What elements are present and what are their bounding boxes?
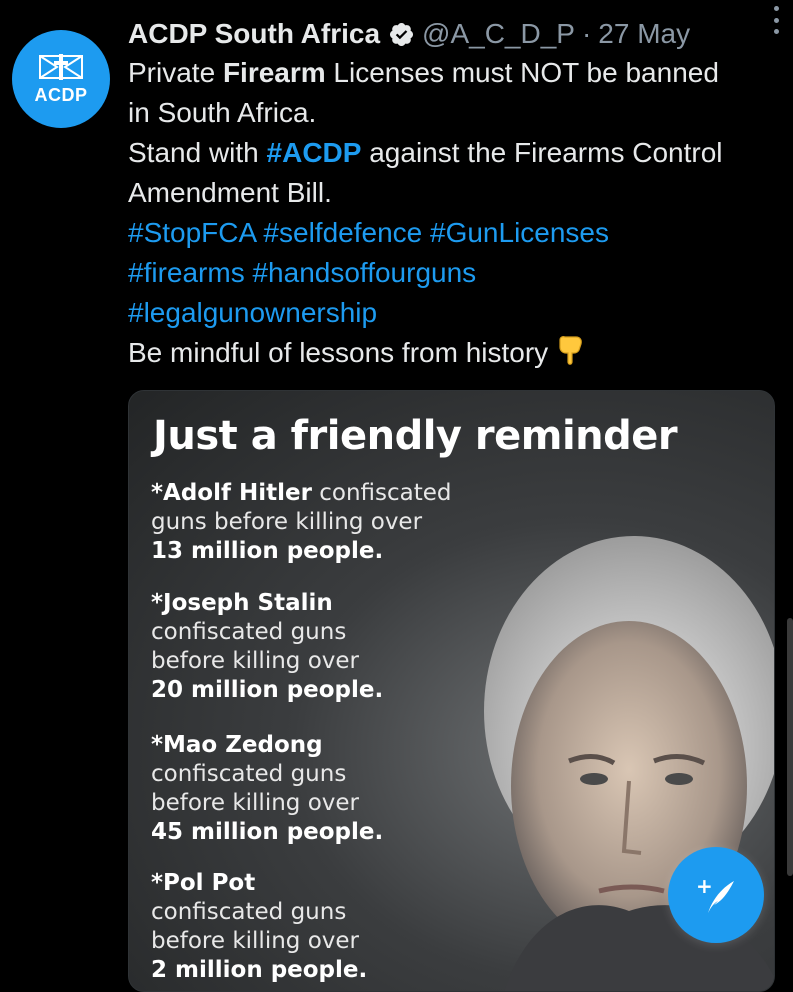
tweet-header: ACDP South Africa @A_C_D_P · 27 May xyxy=(128,14,783,54)
hashtag-link[interactable]: #selfdefence xyxy=(263,217,422,248)
tweet-line-8: Be mindful of lessons from history xyxy=(128,333,788,373)
tweet-line-6: #firearms #handsoffourguns xyxy=(128,253,788,293)
acdp-logo-icon xyxy=(39,54,83,80)
separator-dot: · xyxy=(581,18,592,49)
avatar-text: ACDP xyxy=(34,85,88,105)
compose-tweet-icon: + xyxy=(696,874,734,913)
hashtag-link[interactable]: #GunLicenses xyxy=(430,217,609,248)
tweet-line-3: Stand with #ACDP against the Firearms Co… xyxy=(128,137,723,168)
compose-tweet-button[interactable]: + xyxy=(668,847,764,943)
more-options-icon[interactable] xyxy=(773,6,779,34)
hashtag-link[interactable]: #firearms xyxy=(128,257,245,288)
verified-badge-icon xyxy=(390,22,414,46)
hashtag-link[interactable]: #StopFCA xyxy=(128,217,256,248)
fact-block: *Pol Pot confiscated guns before killing… xyxy=(151,870,368,983)
tweet-body: Private Firearm Licenses must NOT be ban… xyxy=(128,53,788,373)
tweet-line-2: in South Africa. xyxy=(128,97,317,128)
fact-block: *Mao Zedong confiscated guns before kill… xyxy=(151,732,384,845)
account-name[interactable]: ACDP South Africa xyxy=(128,18,380,50)
tweet-line-7: #legalgunownership xyxy=(128,293,788,333)
fact-block: *Adolf Hitler confiscated guns before ki… xyxy=(151,480,452,564)
avatar[interactable]: ACDP xyxy=(12,30,110,128)
tweet-line-5: #StopFCA #selfdefence #GunLicenses xyxy=(128,213,788,253)
hashtag-link[interactable]: #handsoffourguns xyxy=(252,257,476,288)
tweet-date[interactable]: 27 May xyxy=(598,18,690,50)
scrollbar[interactable] xyxy=(787,618,793,876)
tweet-line-4: Amendment Bill. xyxy=(128,177,332,208)
account-handle[interactable]: @A_C_D_P xyxy=(422,18,575,50)
svg-text:+: + xyxy=(696,874,713,898)
image-title: Just a friendly reminder xyxy=(153,413,678,459)
pointing-down-emoji-icon xyxy=(559,336,583,365)
hashtag-link[interactable]: #legalgunownership xyxy=(128,297,377,328)
tweet-line-1: Private Firearm Licenses must NOT be ban… xyxy=(128,57,719,88)
hashtag-link[interactable]: #ACDP xyxy=(267,137,362,168)
fact-block: *Joseph Stalin confiscated guns before k… xyxy=(151,590,384,703)
